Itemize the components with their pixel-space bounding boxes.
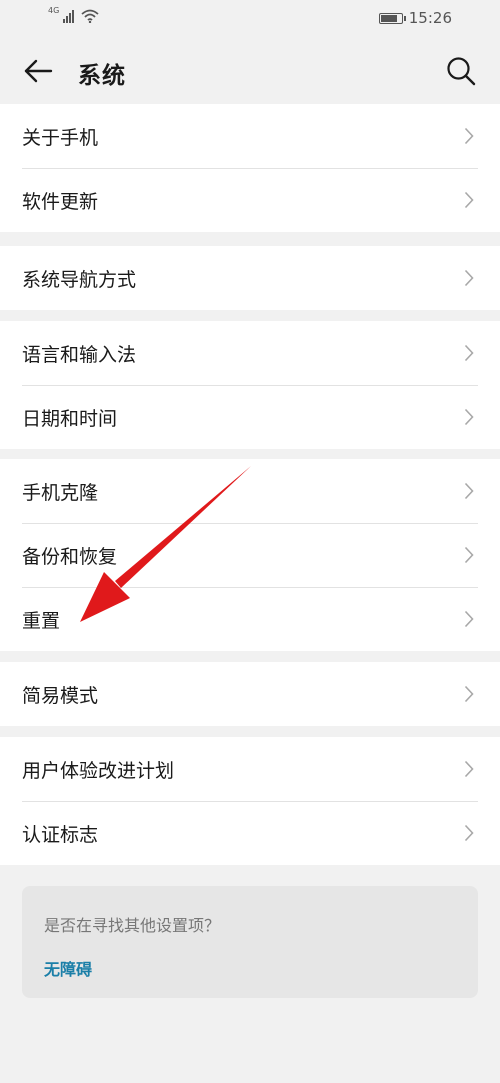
title-bar: 系统: [0, 38, 500, 104]
chevron-right-icon: [464, 760, 474, 778]
chevron-right-icon: [464, 191, 474, 209]
settings-group-experience: 用户体验改进计划 认证标志: [0, 737, 500, 865]
chevron-right-icon: [464, 685, 474, 703]
settings-item-label: 用户体验改进计划: [22, 760, 175, 782]
status-bar: 4G 15:26: [0, 0, 500, 38]
settings-item-label: 重置: [22, 610, 61, 632]
chevron-right-icon: [464, 546, 474, 564]
settings-item-label: 手机克隆: [22, 482, 99, 504]
settings-group-simple-mode: 简易模式: [0, 662, 500, 726]
settings-item-label: 简易模式: [22, 685, 99, 707]
chevron-right-icon: [464, 344, 474, 362]
status-time: 15:26: [408, 9, 452, 27]
settings-item-backup-restore[interactable]: 备份和恢复: [0, 523, 500, 587]
chevron-right-icon: [464, 824, 474, 842]
accessibility-link[interactable]: 无障碍: [44, 956, 92, 980]
settings-item-label: 日期和时间: [22, 408, 118, 430]
settings-item-software-update[interactable]: 软件更新: [0, 168, 500, 232]
network-type: 4G: [48, 6, 60, 15]
settings-group-navigation: 系统导航方式: [0, 246, 500, 310]
settings-item-reset[interactable]: 重置: [0, 587, 500, 651]
settings-item-language-input[interactable]: 语言和输入法: [0, 321, 500, 385]
settings-group-backup: 手机克隆 备份和恢复 重置: [0, 459, 500, 651]
settings-item-label: 系统导航方式: [22, 269, 137, 291]
settings-item-certification-marks[interactable]: 认证标志: [0, 801, 500, 865]
search-icon[interactable]: [446, 56, 476, 86]
settings-item-system-navigation[interactable]: 系统导航方式: [0, 246, 500, 310]
suggestion-card: 是否在寻找其他设置项？ 无障碍: [22, 886, 478, 998]
settings-item-user-experience-program[interactable]: 用户体验改进计划: [0, 737, 500, 801]
settings-item-label: 认证标志: [22, 824, 99, 846]
signal-icon: [63, 10, 75, 23]
settings-item-label: 关于手机: [22, 127, 99, 149]
chevron-right-icon: [464, 610, 474, 628]
settings-item-label: 语言和输入法: [22, 344, 137, 366]
suggestion-question: 是否在寻找其他设置项？: [44, 916, 221, 935]
chevron-right-icon: [464, 408, 474, 426]
settings-item-label: 备份和恢复: [22, 546, 118, 568]
settings-item-about-phone[interactable]: 关于手机: [0, 104, 500, 168]
chevron-right-icon: [464, 127, 474, 145]
chevron-right-icon: [464, 482, 474, 500]
settings-item-simple-mode[interactable]: 简易模式: [0, 662, 500, 726]
back-arrow-icon[interactable]: [22, 55, 54, 87]
settings-item-label: 软件更新: [22, 191, 99, 213]
page-title: 系统: [78, 63, 126, 89]
settings-group-language-time: 语言和输入法 日期和时间: [0, 321, 500, 449]
settings-group-device: 关于手机 软件更新: [0, 104, 500, 232]
settings-item-date-time[interactable]: 日期和时间: [0, 385, 500, 449]
wifi-icon: [81, 9, 99, 23]
battery-icon: [378, 12, 406, 24]
status-left: 4G: [48, 6, 99, 23]
settings-item-phone-clone[interactable]: 手机克隆: [0, 459, 500, 523]
chevron-right-icon: [464, 269, 474, 287]
status-right: 15:26: [378, 9, 452, 27]
